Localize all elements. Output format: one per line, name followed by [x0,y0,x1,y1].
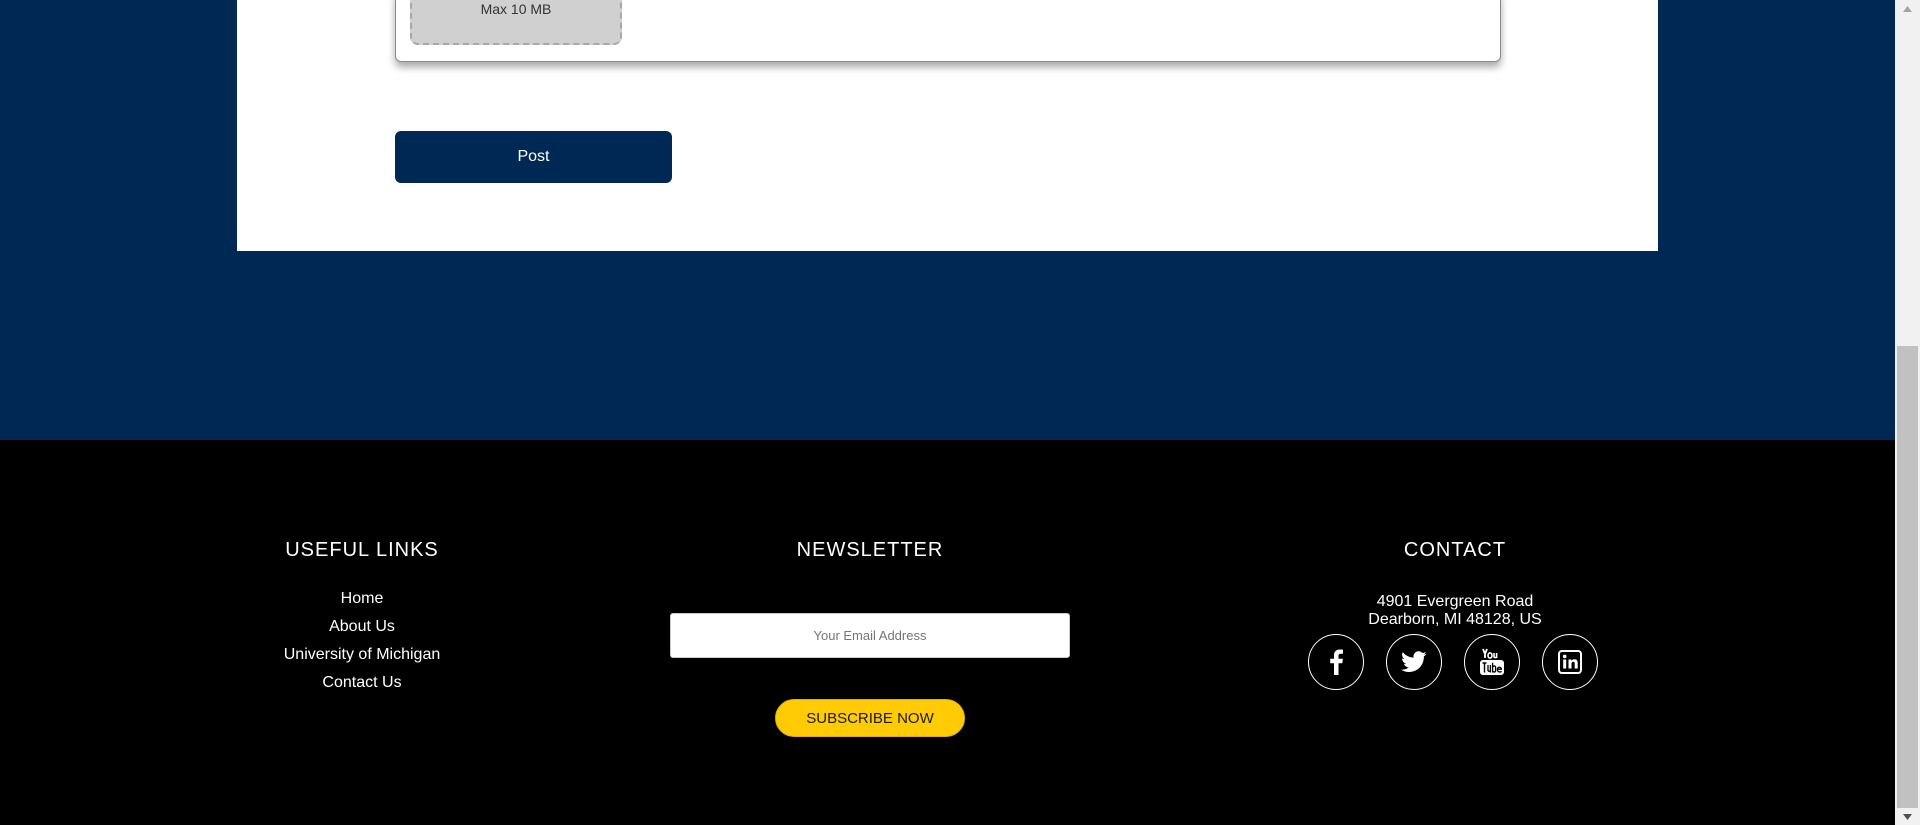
contact-heading: CONTACT [1403,539,1507,561]
contact-address: 4901 Evergreen Road Dearborn, MI 48128, … [1305,593,1605,629]
scroll-up-icon[interactable] [1895,0,1920,17]
facebook-icon [1328,649,1344,675]
content-card: Max 10 MB Post [237,0,1658,251]
main-area: Max 10 MB Post [0,0,1895,440]
footer-link-home[interactable]: Home [341,590,384,607]
site-footer: USEFUL LINKS Home About Us University of… [0,440,1895,825]
youtube-icon [1479,648,1505,676]
linkedin-icon [1558,650,1582,674]
list-item: About Us [212,618,512,646]
list-item: Contact Us [212,674,512,702]
newsletter-heading: NEWSLETTER [796,539,944,561]
footer-link-contact-us[interactable]: Contact Us [322,674,401,691]
address-line-1: 4901 Evergreen Road [1376,593,1534,610]
twitter-icon [1401,651,1427,673]
list-item: University of Michigan [212,646,512,674]
footer-link-about-us[interactable]: About Us [329,618,395,635]
list-item: Home [212,590,512,618]
useful-links-list: Home About Us University of Michigan Con… [212,590,512,702]
newsletter-email-input[interactable] [670,613,1070,658]
linkedin-link[interactable] [1542,634,1598,690]
subscribe-button[interactable]: SUBSCRIBE NOW [775,699,965,737]
max-file-size-label: Max 10 MB [480,1,552,17]
scroll-down-icon[interactable] [1895,808,1920,825]
file-dropzone[interactable]: Max 10 MB [410,0,622,45]
page: Max 10 MB Post USEFUL LINKS Home About U… [0,0,1920,825]
facebook-link[interactable] [1308,634,1364,690]
address-line-2: Dearborn, MI 48128, US [1368,611,1542,628]
vertical-scrollbar[interactable] [1895,0,1920,825]
useful-links-heading: USEFUL LINKS [285,539,439,561]
upload-panel: Max 10 MB [395,0,1501,62]
footer-link-university-of-michigan[interactable]: University of Michigan [284,646,441,663]
social-links [1308,634,1602,692]
twitter-link[interactable] [1386,634,1442,690]
scrollbar-thumb[interactable] [1897,346,1918,808]
youtube-link[interactable] [1464,634,1520,690]
post-button[interactable]: Post [395,131,672,183]
